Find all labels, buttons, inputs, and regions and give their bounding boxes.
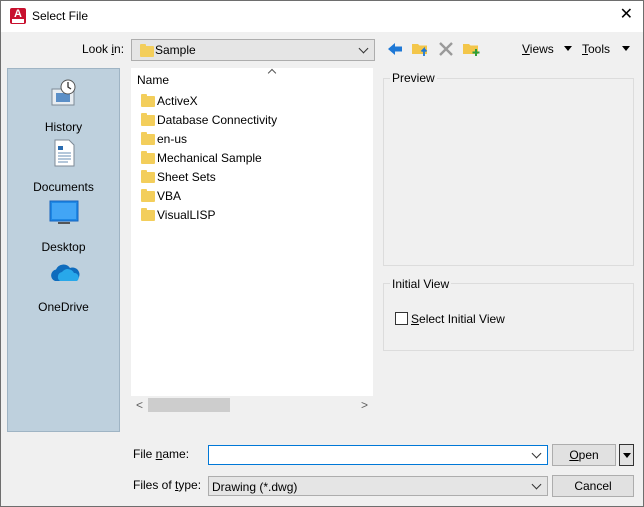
back-arrow-icon[interactable] [385, 39, 405, 59]
up-one-level-folder-icon[interactable] [410, 38, 430, 58]
folder-icon [141, 94, 155, 107]
scroll-right-icon[interactable]: > [361, 398, 368, 412]
place-label: Desktop [41, 240, 86, 254]
select-initial-view-label[interactable]: Select Initial View [411, 312, 505, 326]
views-dropdown-arrow-icon[interactable] [564, 46, 572, 51]
places-bar: History Documents Desktop OneDrive [7, 68, 120, 432]
open-options-button[interactable] [619, 444, 634, 466]
place-desktop[interactable]: Desktop [8, 197, 119, 254]
desktop-icon [49, 200, 78, 224]
onedrive-cloud-icon [50, 264, 79, 281]
folder-icon [141, 170, 155, 183]
delete-x-icon[interactable] [436, 39, 456, 59]
chevron-down-icon[interactable] [531, 448, 542, 459]
tools-menu-button[interactable]: Tools [582, 42, 610, 56]
files-of-type-label: Files of type: [133, 478, 202, 492]
folder-icon [141, 208, 155, 221]
cancel-button[interactable]: Cancel [552, 475, 634, 497]
look-in-value: Sample [155, 43, 196, 57]
select-file-dialog: A Select File ✕ Look in: Sample Views To… [0, 0, 644, 507]
select-initial-view-checkbox[interactable] [395, 312, 408, 325]
chevron-down-icon [358, 43, 369, 54]
look-in-dropdown[interactable]: Sample [131, 39, 375, 61]
scrollbar-thumb[interactable] [148, 398, 230, 412]
preview-label: Preview [390, 71, 437, 85]
file-name-label: File name: [133, 447, 190, 461]
initial-view-group: Initial View Select Initial View [383, 277, 634, 351]
open-button[interactable]: Open [552, 444, 616, 466]
chevron-down-icon [531, 479, 542, 490]
tools-dropdown-arrow-icon[interactable] [622, 46, 630, 51]
look-in-label: Look in: [82, 42, 125, 56]
title-bar: A Select File ✕ [1, 1, 643, 32]
views-menu-button[interactable]: Views [522, 42, 554, 56]
file-list[interactable]: Name ActiveX Database Connectivity en-us… [131, 68, 373, 414]
initial-view-label: Initial View [390, 277, 452, 291]
place-documents[interactable]: Documents [8, 137, 119, 194]
name-column-header[interactable]: Name [137, 68, 277, 87]
folder-icon [141, 113, 155, 126]
place-history[interactable]: History [8, 77, 119, 134]
preview-panel: Preview [383, 71, 634, 266]
autocad-app-icon: A [10, 8, 26, 24]
place-label: OneDrive [38, 300, 89, 314]
sort-ascending-icon [267, 68, 277, 78]
file-name-input[interactable] [208, 445, 548, 465]
folder-icon [141, 151, 155, 164]
folder-icon [141, 189, 155, 202]
dropdown-arrow-icon [623, 453, 631, 458]
scroll-left-icon[interactable]: < [136, 398, 143, 412]
place-label: Documents [33, 180, 94, 194]
horizontal-scrollbar[interactable]: < > [131, 396, 373, 414]
history-icon [51, 79, 75, 106]
close-icon[interactable]: ✕ [620, 6, 633, 24]
window-title: Select File [32, 9, 89, 23]
files-of-type-dropdown[interactable]: Drawing (*.dwg) [208, 476, 548, 496]
place-label: History [44, 120, 83, 134]
documents-icon [54, 139, 74, 167]
new-folder-icon[interactable] [461, 38, 481, 58]
folder-icon [140, 44, 154, 57]
folder-icon [141, 132, 155, 145]
place-onedrive[interactable]: OneDrive [8, 257, 119, 314]
